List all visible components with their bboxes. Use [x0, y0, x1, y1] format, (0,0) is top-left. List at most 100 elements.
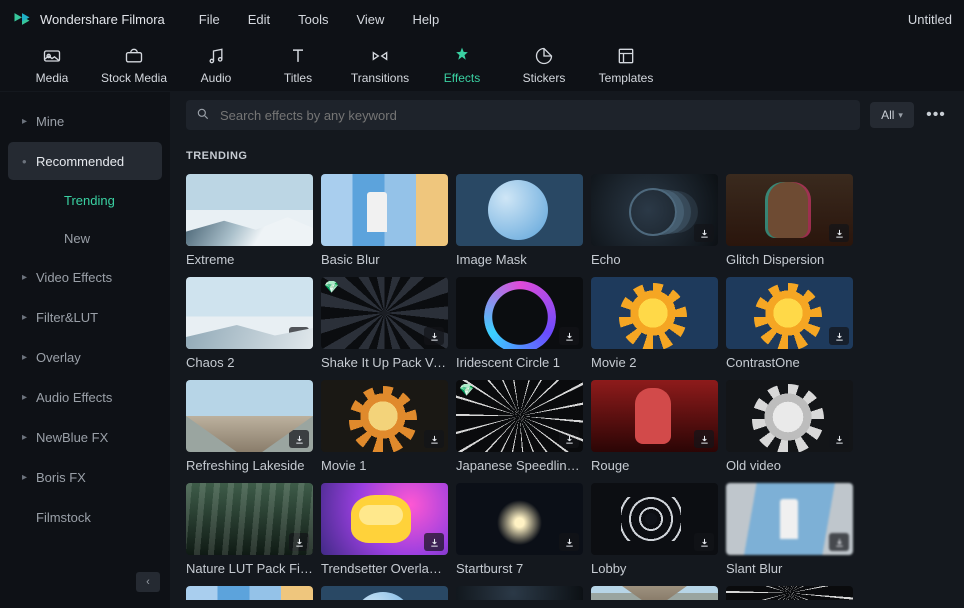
effect-card[interactable] — [456, 586, 583, 600]
effect-card[interactable] — [726, 586, 853, 600]
menu-file[interactable]: File — [199, 12, 220, 27]
effect-card[interactable]: Movie 1 — [321, 380, 448, 473]
menu-edit[interactable]: Edit — [248, 12, 270, 27]
download-icon[interactable] — [694, 533, 714, 551]
sidebar-item-recommended[interactable]: • Recommended — [8, 142, 162, 180]
download-icon[interactable] — [289, 327, 309, 345]
menu-tools[interactable]: Tools — [298, 12, 328, 27]
sidebar-item-mine[interactable]: ▸ Mine — [8, 102, 162, 140]
effect-card[interactable] — [591, 586, 718, 600]
music-icon — [206, 45, 226, 67]
sidebar-sub-label: New — [64, 231, 90, 246]
effect-thumbnail — [591, 380, 718, 452]
sidebar-item-overlay[interactable]: ▸ Overlay — [8, 338, 162, 376]
effect-card[interactable]: Nature LUT Pack Filter... — [186, 483, 313, 576]
tab-transitions[interactable]: Transitions — [344, 41, 416, 91]
download-icon[interactable] — [424, 533, 444, 551]
sidebar-label: NewBlue FX — [36, 430, 108, 445]
menu-view[interactable]: View — [356, 12, 384, 27]
effect-card[interactable]: Lobby — [591, 483, 718, 576]
sidebar-label: Audio Effects — [36, 390, 112, 405]
sidebar-item-newblue-fx[interactable]: ▸ NewBlue FX — [8, 418, 162, 456]
download-icon[interactable] — [829, 224, 849, 242]
download-icon[interactable] — [559, 430, 579, 448]
effect-card[interactable] — [321, 586, 448, 600]
tab-label: Titles — [284, 71, 312, 85]
download-icon[interactable] — [829, 430, 849, 448]
effect-thumbnail — [726, 380, 853, 452]
section-heading: TRENDING — [170, 138, 964, 174]
sidebar-sub-trending[interactable]: Trending — [8, 182, 162, 218]
effect-card[interactable]: Startburst 7 — [456, 483, 583, 576]
sidebar-collapse-button[interactable]: ‹ — [136, 572, 160, 592]
chevron-right-icon: ▸ — [22, 432, 36, 443]
sidebar-item-filmstock[interactable]: Filmstock — [8, 498, 162, 536]
sidebar-label: Video Effects — [36, 270, 112, 285]
download-icon[interactable] — [559, 327, 579, 345]
effect-card[interactable]: Image Mask — [456, 174, 583, 267]
effect-thumbnail — [726, 483, 853, 555]
tab-label: Transitions — [351, 71, 409, 85]
brand-name: Wondershare Filmora — [40, 12, 165, 27]
tab-audio[interactable]: Audio — [180, 41, 252, 91]
effect-name: Echo — [591, 252, 718, 267]
tab-stickers[interactable]: Stickers — [508, 41, 580, 91]
media-icon — [42, 45, 62, 67]
effect-card[interactable]: Chaos 2 — [186, 277, 313, 370]
text-icon — [288, 45, 308, 67]
effect-card[interactable]: 💎Shake It Up Pack Vol2 ... — [321, 277, 448, 370]
download-icon[interactable] — [559, 533, 579, 551]
menu-bar: File Edit Tools View Help — [199, 12, 439, 27]
download-icon[interactable] — [694, 224, 714, 242]
sidebar-item-filter-lut[interactable]: ▸ Filter&LUT — [8, 298, 162, 336]
tab-effects[interactable]: Effects — [426, 41, 498, 91]
tab-media[interactable]: Media — [16, 41, 88, 91]
sidebar-item-audio-effects[interactable]: ▸ Audio Effects — [8, 378, 162, 416]
tab-label: Stock Media — [101, 71, 167, 85]
effect-card[interactable]: Glitch Dispersion — [726, 174, 853, 267]
effect-card[interactable]: Old video — [726, 380, 853, 473]
sidebar-item-video-effects[interactable]: ▸ Video Effects — [8, 258, 162, 296]
premium-gem-icon: 💎 — [324, 280, 339, 294]
tab-templates[interactable]: Templates — [590, 41, 662, 91]
download-icon[interactable] — [829, 533, 849, 551]
sidebar-sub-new[interactable]: New — [8, 220, 162, 256]
effect-card[interactable]: 💎Japanese Speedline Pa... — [456, 380, 583, 473]
download-icon[interactable] — [289, 533, 309, 551]
chevron-right-icon: ▸ — [22, 352, 36, 363]
effect-card[interactable]: Echo — [591, 174, 718, 267]
tab-titles[interactable]: Titles — [262, 41, 334, 91]
effect-card[interactable]: Iridescent Circle 1 — [456, 277, 583, 370]
effect-thumbnail — [456, 277, 583, 349]
tab-stock-media[interactable]: Stock Media — [98, 41, 170, 91]
effect-card[interactable]: Movie 2 — [591, 277, 718, 370]
filter-dropdown[interactable]: All ▾ — [870, 102, 914, 128]
effect-name: Nature LUT Pack Filter... — [186, 561, 313, 576]
effect-thumbnail — [186, 277, 313, 349]
effect-card[interactable]: Trendsetter Overlay 04 — [321, 483, 448, 576]
effects-scroll[interactable]: ExtremeBasic BlurImage Mask Echo Glitch Di… — [170, 174, 964, 608]
search-bar[interactable] — [186, 100, 860, 130]
effect-card[interactable] — [186, 586, 313, 600]
effect-thumbnail — [456, 483, 583, 555]
download-icon[interactable] — [424, 327, 444, 345]
sidebar-label: Filmstock — [36, 510, 91, 525]
more-menu-button[interactable]: ••• — [924, 103, 948, 127]
sidebar: ▸ Mine • Recommended Trending New ▸ Vide… — [0, 92, 170, 608]
effect-card[interactable]: Rouge — [591, 380, 718, 473]
download-icon[interactable] — [424, 430, 444, 448]
document-title: Untitled — [908, 12, 952, 27]
effect-card[interactable]: Basic Blur — [321, 174, 448, 267]
download-icon[interactable] — [694, 430, 714, 448]
chevron-right-icon: ▸ — [22, 116, 36, 127]
sidebar-item-boris-fx[interactable]: ▸ Boris FX — [8, 458, 162, 496]
effect-card[interactable]: Extreme — [186, 174, 313, 267]
effect-thumbnail — [321, 380, 448, 452]
download-icon[interactable] — [289, 430, 309, 448]
effect-card[interactable]: Slant Blur — [726, 483, 853, 576]
effect-card[interactable]: Refreshing Lakeside — [186, 380, 313, 473]
menu-help[interactable]: Help — [412, 12, 439, 27]
search-input[interactable] — [220, 108, 850, 123]
download-icon[interactable] — [829, 327, 849, 345]
effect-card[interactable]: ContrastOne — [726, 277, 853, 370]
